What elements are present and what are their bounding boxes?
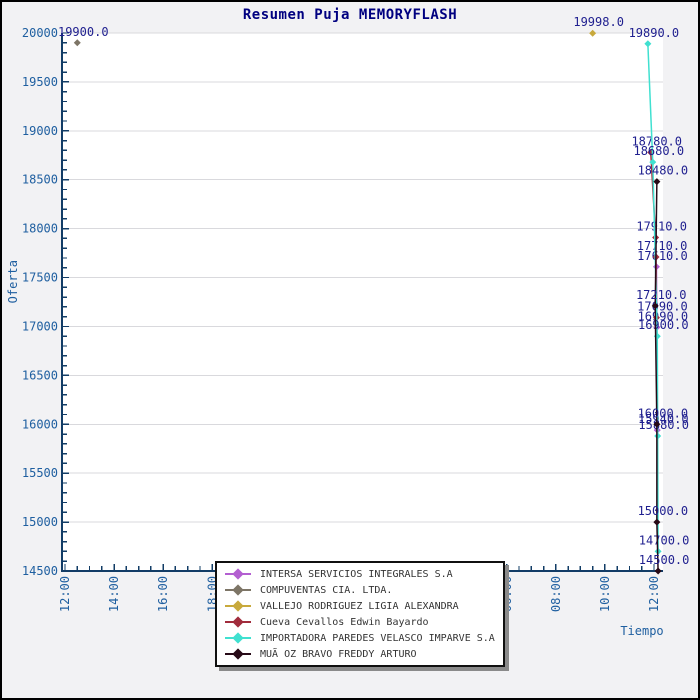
value-label: 17210.0 <box>636 288 687 302</box>
y-tick-label: 14500 <box>22 564 58 578</box>
y-tick-label: 17000 <box>22 319 58 333</box>
legend-item-label: Cueva Cevallos Edwin Bayardo <box>260 617 429 628</box>
x-tick-label: 14:00 <box>107 576 121 612</box>
legend-item: IMPORTADORA PAREDES VELASCO IMPARVE S.A <box>225 630 495 646</box>
value-label: 19890.0 <box>629 26 680 40</box>
x-tick-label: 16:00 <box>156 576 170 612</box>
legend-item: COMPUVENTAS CIA. LTDA. <box>225 582 495 598</box>
y-tick-label: 15000 <box>22 515 58 529</box>
value-label: 18680.0 <box>633 144 684 158</box>
x-tick-label: 12:00 <box>58 576 72 612</box>
value-label: 19900.0 <box>58 25 109 39</box>
value-label: 14500.0 <box>639 553 690 567</box>
series-marker-icon <box>225 633 251 643</box>
legend-item-label: COMPUVENTAS CIA. LTDA. <box>260 585 392 596</box>
y-tick-label: 20000 <box>22 26 58 40</box>
legend-box: INTERSA SERVICIOS INTEGRALES S.A COMPUVEN… <box>215 561 505 667</box>
value-label: 17710.0 <box>637 239 688 253</box>
y-tick-label: 17500 <box>22 271 58 285</box>
legend-item: VALLEJO RODRIGUEZ LIGIA ALEXANDRA <box>225 598 495 614</box>
series-marker-icon <box>225 585 251 595</box>
y-tick-label: 15500 <box>22 466 58 480</box>
y-tick-label: 18000 <box>22 222 58 236</box>
y-tick-label: 16500 <box>22 368 58 382</box>
y-tick-label: 19500 <box>22 75 58 89</box>
value-label: 17910.0 <box>636 219 687 233</box>
legend-item-label: VALLEJO RODRIGUEZ LIGIA ALEXANDRA <box>260 601 459 612</box>
y-axis-tick-labels: 14500 15000 15500 16000 16500 17000 17500 18000… <box>22 26 58 578</box>
x-tick-label: 10:00 <box>598 576 612 612</box>
chart-figure: Resumen Puja MEMORYFLASH Oferta Tiempo 1… <box>0 0 700 700</box>
series-marker-icon <box>225 601 251 611</box>
legend-item-label: INTERSA SERVICIOS INTEGRALES S.A <box>260 569 453 580</box>
legend-item-label: MUÃ OZ BRAVO FREDDY ARTURO <box>260 649 417 660</box>
legend-item-label: IMPORTADORA PAREDES VELASCO IMPARVE S.A <box>260 633 495 644</box>
y-tick-label: 19000 <box>22 124 58 138</box>
y-tick-label: 16000 <box>22 417 58 431</box>
y-tick-label: 18500 <box>22 173 58 187</box>
legend-item: INTERSA SERVICIOS INTEGRALES S.A <box>225 566 495 582</box>
value-label: 16000.0 <box>638 406 689 420</box>
value-label: 19998.0 <box>573 15 624 29</box>
series-marker-icon <box>225 617 251 627</box>
value-label: 18480.0 <box>638 164 689 178</box>
series-marker-icon <box>225 569 251 579</box>
x-tick-label: 08:00 <box>549 576 563 612</box>
value-label: 15000.0 <box>638 504 689 518</box>
value-label: 14700.0 <box>639 533 690 547</box>
x-tick-label: 12:00 <box>647 576 661 612</box>
series-marker-icon <box>225 649 251 659</box>
value-label: 16900.0 <box>638 318 689 332</box>
legend-item: Cueva Cevallos Edwin Bayardo <box>225 614 495 630</box>
legend-item: MUÃ OZ BRAVO FREDDY ARTURO <box>225 646 495 662</box>
plot-area <box>62 33 663 571</box>
